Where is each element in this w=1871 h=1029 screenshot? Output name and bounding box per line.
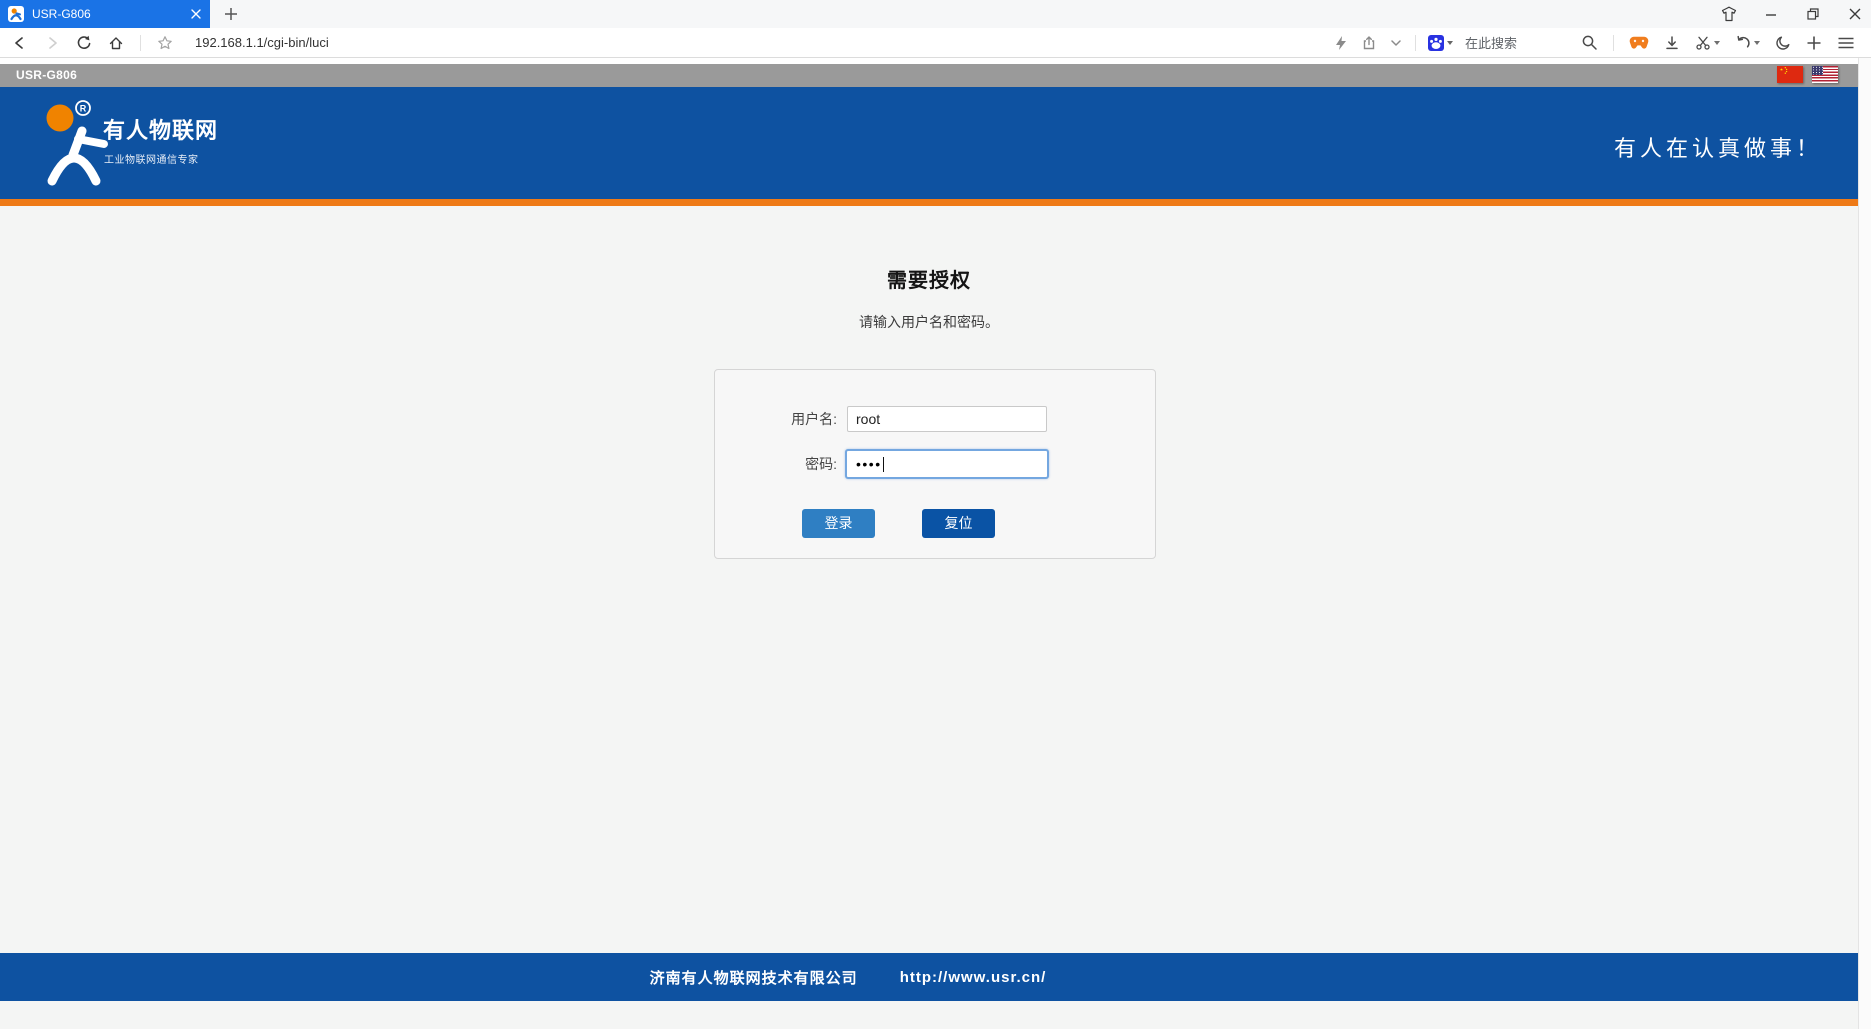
password-dots: •••• [856, 457, 882, 471]
device-model-label: USR-G806 [16, 64, 77, 87]
url-field[interactable]: 192.168.1.1/cgi-bin/luci [195, 35, 329, 50]
password-field[interactable]: •••• [845, 449, 1049, 479]
device-bar: USR-G806 [0, 64, 1858, 87]
page-subtitle: 请输入用户名和密码。 [0, 312, 1858, 332]
search-input[interactable]: 在此搜索 [1465, 33, 1517, 52]
home-icon[interactable] [108, 35, 124, 51]
screenshot-scissors-group[interactable] [1695, 35, 1720, 51]
theme-skin-icon[interactable] [1721, 6, 1737, 22]
address-bar: 192.168.1.1/cgi-bin/luci 在此搜索 [0, 28, 1871, 58]
refresh-icon[interactable] [76, 35, 92, 51]
site-footer: 济南有人物联网技术有限公司 http://www.usr.cn/ [0, 953, 1858, 1001]
share-icon[interactable] [1361, 35, 1377, 51]
login-panel: 用户名: 密码: •••• 登录 复位 [714, 369, 1156, 559]
footer-website-link[interactable]: http://www.usr.cn/ [900, 969, 1047, 986]
add-icon[interactable] [1806, 35, 1822, 51]
search-engine-dropdown-icon [1447, 41, 1453, 45]
reset-button[interactable]: 复位 [922, 509, 995, 538]
svg-text:R: R [80, 104, 87, 114]
page-bottom-gap [0, 1001, 1858, 1029]
night-mode-icon[interactable] [1775, 35, 1791, 51]
brand-name: 有人物联网 [103, 113, 218, 145]
tab-close-icon[interactable] [190, 8, 202, 20]
menu-icon[interactable] [1837, 36, 1855, 50]
scrollbar[interactable] [1858, 58, 1871, 1029]
close-window-button[interactable] [1847, 6, 1863, 22]
language-flag-usa[interactable] [1812, 66, 1838, 83]
login-button[interactable]: 登录 [802, 509, 875, 538]
search-engine-selector[interactable] [1428, 35, 1453, 51]
dropdown-arrow-icon [1754, 41, 1760, 45]
tab-bar: USR-G806 [0, 0, 1871, 28]
screenshot-scissors-icon [1695, 35, 1711, 51]
search-icon[interactable] [1581, 34, 1598, 51]
back-icon[interactable] [12, 35, 28, 51]
site-header: R 有人物联网 工业物联网通信专家 有人在认真做事！ [0, 87, 1858, 199]
site-favicon-icon [8, 6, 24, 22]
tab-title: USR-G806 [32, 7, 190, 21]
footer-company: 济南有人物联网技术有限公司 [650, 967, 858, 988]
download-icon[interactable] [1664, 35, 1680, 51]
username-field[interactable] [847, 406, 1047, 432]
recently-closed-group[interactable] [1735, 35, 1760, 51]
page-title: 需要授权 [0, 264, 1858, 293]
undo-icon [1735, 35, 1751, 51]
window-controls [1721, 0, 1863, 28]
forward-icon[interactable] [44, 35, 60, 51]
orange-divider [0, 199, 1858, 206]
divider [1613, 35, 1614, 51]
games-icon[interactable] [1629, 36, 1649, 50]
text-caret [883, 457, 884, 472]
header-slogan: 有人在认真做事！ [1614, 131, 1822, 163]
dropdown-arrow-icon [1714, 41, 1720, 45]
webpage: USR-G806 R [0, 58, 1871, 1029]
bookmark-star-icon[interactable] [157, 35, 173, 51]
login-content: 需要授权 请输入用户名和密码。 用户名: 密码: •••• 登录 复位 [0, 206, 1858, 953]
chevron-down-icon[interactable] [1389, 36, 1403, 50]
brand-tagline: 工业物联网通信专家 [104, 151, 199, 166]
divider [1415, 35, 1416, 51]
minimize-button[interactable] [1763, 6, 1779, 22]
username-label: 用户名: [715, 406, 837, 432]
baidu-search-engine-icon [1428, 35, 1444, 51]
flash-icon[interactable] [1333, 35, 1349, 51]
restore-button[interactable] [1805, 6, 1821, 22]
new-tab-button[interactable] [216, 0, 246, 28]
divider [140, 35, 141, 51]
password-label: 密码: [715, 451, 837, 477]
browser-tab[interactable]: USR-G806 [0, 0, 210, 28]
language-flag-china[interactable] [1777, 66, 1803, 83]
